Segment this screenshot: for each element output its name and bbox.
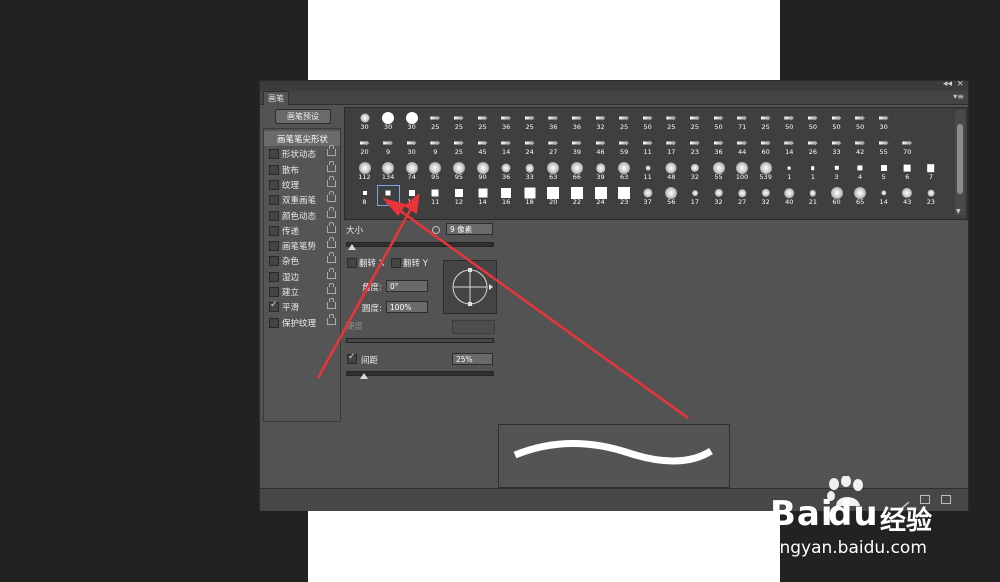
watermark-url: jingyan.baidu.com (770, 538, 927, 558)
annotation-arrow-2 (387, 200, 689, 420)
annotation-arrow-1 (316, 195, 420, 379)
watermark-brand-du: du (828, 494, 879, 534)
watermark-product: 经验 (880, 506, 933, 536)
arrow-head-1 (403, 193, 420, 215)
watermark-brand: Bai (770, 494, 834, 534)
